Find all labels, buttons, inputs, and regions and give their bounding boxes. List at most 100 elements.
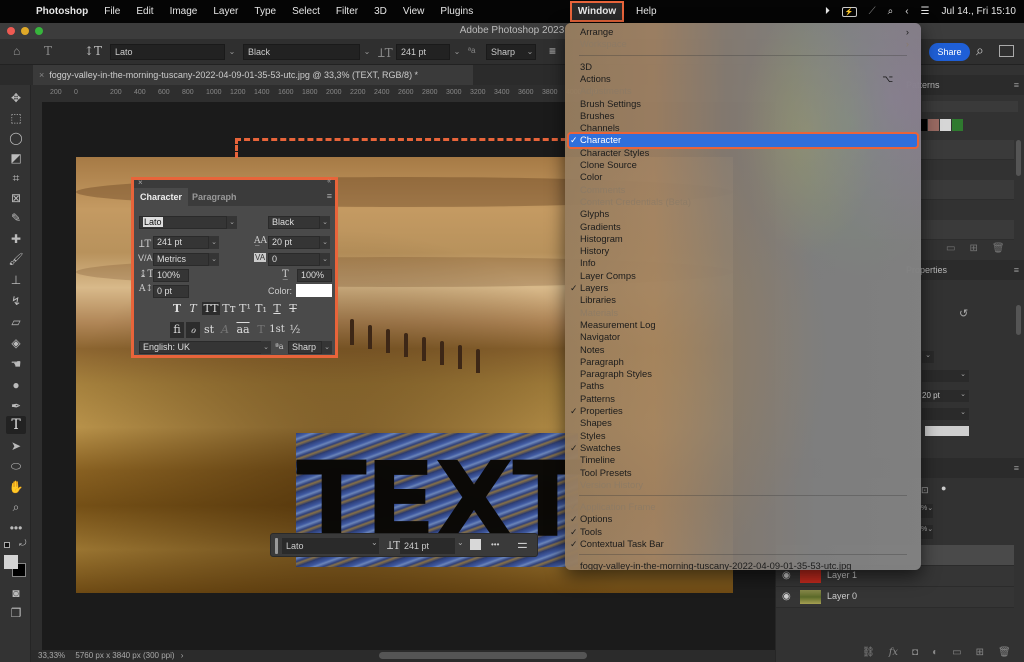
link-layers-icon[interactable]: ⛓ [862, 647, 875, 658]
cp-kerning-select[interactable]: Metrics [153, 253, 209, 266]
panel-menu-icon[interactable]: ≡ [1014, 75, 1019, 95]
window-menu-item-histogram[interactable]: Histogram [569, 233, 917, 245]
prop-select[interactable]: ⌄ [957, 390, 969, 402]
new-layer-icon[interactable]: ⊞ [976, 647, 984, 658]
window-menu-item-channels[interactable]: Channels [569, 122, 917, 134]
window-menu-item-tool-presets[interactable]: Tool Presets [569, 467, 917, 479]
window-menu-item-tools[interactable]: ✓ Tools [569, 526, 917, 538]
faux-italic-button[interactable]: T [186, 302, 200, 315]
window-menu-item-clone-source[interactable]: Clone Source [569, 159, 917, 171]
delete-icon[interactable]: 🗑 [992, 243, 1005, 254]
tab-character[interactable]: Character [134, 188, 189, 206]
more-options-icon[interactable]: ••• [491, 540, 499, 549]
adjustment-layer-icon[interactable]: ◐ [932, 647, 938, 658]
new-group-icon[interactable]: ▭ [946, 243, 955, 254]
window-menu-item-actions[interactable]: Actions ⌥ [569, 73, 917, 85]
text-orientation-icon[interactable]: ↕T [84, 44, 102, 58]
brush-tool-icon[interactable]: 🖌 [6, 250, 26, 268]
paint-bucket-tool-icon[interactable]: ◈ [6, 334, 26, 352]
foreground-color-swatch[interactable] [4, 555, 18, 569]
lock-all-icon[interactable]: ● [941, 483, 946, 493]
close-tab-icon[interactable]: × [39, 70, 44, 80]
window-menu-item-gradients[interactable]: Gradients [569, 221, 917, 233]
window-menu-item-styles[interactable]: Styles [569, 430, 917, 442]
window-menu-item-measurement-log[interactable]: Measurement Log [569, 319, 917, 331]
pen-tool-icon[interactable]: ✒ [6, 397, 26, 415]
tab-paragraph[interactable]: Paragraph [186, 188, 243, 206]
ctx-font-size-field[interactable]: 241 pt [400, 538, 455, 554]
history-brush-tool-icon[interactable]: ↯ [6, 292, 26, 310]
hand-tool-icon[interactable]: ✋ [6, 478, 26, 496]
font-size-field[interactable]: 241 pt [396, 44, 450, 60]
eyedropper-tool-icon[interactable]: ✎ [6, 209, 26, 227]
window-menu-item-info[interactable]: Info [569, 257, 917, 269]
swash-button[interactable]: A [218, 322, 232, 338]
window-menu-item-contextual-task-bar[interactable]: ✓ Contextual Task Bar [569, 538, 917, 550]
path-selection-tool-icon[interactable]: ➤ [6, 437, 26, 455]
frame-tool-icon[interactable]: ⊠ [6, 189, 26, 207]
chevron-down-icon[interactable]: ⌄ [524, 44, 536, 60]
window-menu-item-character[interactable]: ✓ Character [567, 132, 919, 149]
search-icon[interactable]: ⌕ [976, 42, 984, 59]
menu-help[interactable]: Help [628, 0, 665, 23]
clock[interactable]: Jul 14., Fri 15:10 [942, 6, 1016, 17]
type-tool-preset-icon[interactable]: T [44, 44, 52, 58]
ctx-color-swatch[interactable] [470, 539, 481, 550]
default-colors-icon[interactable] [4, 542, 10, 548]
stylistic-alternates-button[interactable]: aa [234, 322, 252, 338]
screen-mode-icon[interactable]: ❐ [6, 604, 26, 622]
window-menu-item-properties[interactable]: ✓ Properties [569, 405, 917, 417]
cp-font-size-field[interactable]: 241 pt [153, 236, 209, 249]
panel-menu-icon[interactable]: ≡ [327, 191, 332, 201]
window-menu-item-navigator[interactable]: Navigator [569, 331, 917, 343]
chevron-down-icon[interactable]: ⌄ [320, 253, 330, 266]
window-menu-item-foggy-valley-in-the-morning-tuscany-2022-04-09-01-35-53-utc-jpg[interactable]: foggy-valley-in-the-morning-tuscany-2022… [569, 560, 917, 570]
type-tool-icon[interactable]: T [6, 416, 26, 434]
window-menu-item-libraries[interactable]: Libraries [569, 294, 917, 306]
window-menu-item-history[interactable]: History [569, 245, 917, 257]
ctx-font-family-select[interactable]: Lato [282, 538, 379, 554]
cp-horizontal-scale-field[interactable]: 100% [297, 269, 332, 282]
zoom-tool-icon[interactable]: ⌕ [6, 498, 26, 516]
lock-icon[interactable]: ⊡ [921, 485, 929, 496]
dodge-tool-icon[interactable]: ● [6, 376, 26, 394]
prop-color-swatch[interactable] [925, 426, 969, 436]
ellipse-tool-icon[interactable]: ⬭ [6, 457, 26, 475]
reset-icon[interactable]: ↺ [959, 307, 968, 320]
workspace-layout-icon[interactable] [999, 45, 1014, 57]
eye-icon[interactable]: ◉ [782, 591, 791, 602]
chevron-down-icon[interactable]: ⌄ [227, 216, 237, 229]
chevron-down-icon[interactable]: ⌄ [320, 236, 330, 249]
standard-ligatures-button[interactable]: fi [170, 322, 184, 338]
healing-brush-tool-icon[interactable]: ✚ [6, 230, 26, 248]
move-tool-icon[interactable]: ✥ [6, 89, 26, 107]
window-menu-item-shapes[interactable]: Shapes [569, 417, 917, 429]
document-info[interactable]: 5760 px x 3840 px (300 ppi) [75, 651, 174, 660]
cp-baseline-shift-field[interactable]: 0 pt [153, 285, 189, 298]
text-color-swatch[interactable] [296, 284, 332, 297]
cp-font-style-select[interactable]: Black [268, 216, 320, 229]
chevron-right-icon[interactable]: › [181, 651, 184, 660]
eraser-tool-icon[interactable]: ▱ [6, 313, 26, 331]
marquee-tool-icon[interactable]: ⬚ [6, 109, 26, 127]
lasso-tool-icon[interactable]: ◯ [6, 129, 26, 147]
crop-tool-icon[interactable]: ⌗ [6, 169, 26, 187]
new-group-icon[interactable]: ▭ [952, 647, 961, 658]
font-family-select[interactable]: Lato [110, 44, 225, 60]
new-pattern-icon[interactable]: ⊞ [969, 243, 977, 254]
panel-menu-icon[interactable]: ≡ [1014, 458, 1019, 478]
chevron-down-icon[interactable]: ⌄ [261, 341, 271, 354]
control-center-icon[interactable]: ☰ [921, 6, 930, 17]
window-menu-item-swatches[interactable]: ✓ Swatches [569, 442, 917, 454]
cp-leading-field[interactable]: 20 pt [268, 236, 320, 249]
window-menu-item-paragraph-styles[interactable]: Paragraph Styles [569, 368, 917, 380]
chevron-down-icon[interactable]: ⌄ [320, 216, 330, 229]
opacity-select[interactable]: %⌄ [921, 504, 933, 518]
swap-colors-icon[interactable]: ⤾ [19, 538, 27, 549]
patterns-scrollbar[interactable] [1016, 140, 1021, 176]
font-style-select[interactable]: Black [243, 44, 360, 60]
chevron-down-icon[interactable]: ⌄ [371, 538, 378, 547]
close-panel-icon[interactable]: × [138, 178, 143, 187]
window-menu-item-color[interactable]: Color [569, 171, 917, 183]
window-menu-item-paragraph[interactable]: Paragraph [569, 356, 917, 368]
